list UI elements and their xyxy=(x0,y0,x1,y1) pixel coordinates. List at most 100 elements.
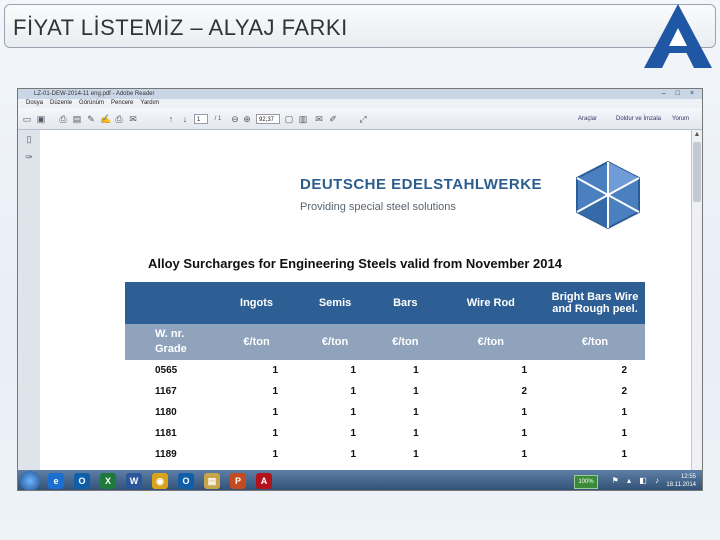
grade-label-line1: W. nr. xyxy=(155,328,185,340)
value-cell: 1 xyxy=(272,449,279,460)
explorer-taskbar-icon[interactable]: ▤ xyxy=(204,473,220,489)
unit-label: €/ton xyxy=(545,324,645,360)
pdf-page: DEUTSCHE EDELSTAHLWERKE Providing specia… xyxy=(40,130,693,481)
outlook-taskbar-icon[interactable]: O xyxy=(178,473,194,489)
value-cell: 1 xyxy=(350,386,357,397)
menu-bar: Dosya Düzenle Görünüm Pencere Yardım xyxy=(18,99,702,108)
start-button[interactable] xyxy=(20,471,40,490)
page-number-input[interactable]: 1 xyxy=(194,114,208,124)
window-controls[interactable]: – □ × xyxy=(662,89,698,99)
value-cell: 1 xyxy=(272,386,279,397)
table-row: 1181 1 1 1 1 1 xyxy=(125,423,645,444)
fit-width-icon[interactable]: ▥ xyxy=(298,114,308,124)
highlight-icon[interactable]: ✐ xyxy=(328,114,338,124)
grade-label-line2: Grade xyxy=(155,343,187,355)
next-page-icon[interactable]: ↓ xyxy=(180,114,190,124)
attachments-icon[interactable]: ✑ xyxy=(24,152,34,162)
grade-label: W. nr. Grade xyxy=(125,324,217,360)
scroll-thumb[interactable] xyxy=(693,142,701,202)
unit-label: €/ton xyxy=(374,324,437,360)
unit-label: €/ton xyxy=(436,324,545,360)
menu-item[interactable]: Görünüm xyxy=(79,100,104,106)
save-icon[interactable]: ▤ xyxy=(72,114,82,124)
value-cell: 1 xyxy=(521,428,527,439)
column-header: Bright Bars Wire and Rough peel. xyxy=(545,282,645,324)
vertical-scrollbar[interactable]: ▲ xyxy=(691,130,702,470)
unit-label: €/ton xyxy=(217,324,297,360)
table-row: 1167 1 1 1 2 2 xyxy=(125,381,645,402)
powerpoint-taskbar-icon[interactable]: P xyxy=(230,473,246,489)
zoom-in-icon[interactable]: ⊕ xyxy=(242,114,252,124)
tools-button[interactable]: Araçlar xyxy=(578,114,597,124)
document-heading: Alloy Surcharges for Engineering Steels … xyxy=(148,256,562,271)
open-icon[interactable]: ▭ xyxy=(22,114,32,124)
value-cell: 1 xyxy=(350,365,357,376)
scroll-up-icon[interactable]: ▲ xyxy=(692,130,702,140)
value-cell: 1 xyxy=(621,407,627,418)
value-cell: 1 xyxy=(413,428,419,439)
value-cell: 1 xyxy=(350,449,357,460)
ie-taskbar-icon[interactable]: e xyxy=(48,473,64,489)
chrome-taskbar-icon[interactable]: ◉ xyxy=(152,473,168,489)
value-cell: 1 xyxy=(350,428,357,439)
mail-icon[interactable]: ✉ xyxy=(128,114,138,124)
windows-taskbar: e O X W ◉ O ▤ P A 100% ⚑ ▴ ◧ ♪ 12:55 18.11.2014 xyxy=(18,470,702,490)
grade-cell: 1180 xyxy=(155,407,177,418)
value-cell: 1 xyxy=(272,428,279,439)
excel-taskbar-icon[interactable]: X xyxy=(100,473,116,489)
print-icon[interactable]: ⎙ xyxy=(114,114,124,124)
header-grade-cell xyxy=(125,282,217,324)
comment-button[interactable]: Yorum xyxy=(672,114,689,124)
value-cell: 1 xyxy=(521,407,527,418)
grade-cell: 0565 xyxy=(155,365,178,376)
edit-icon[interactable]: ✎ xyxy=(86,114,96,124)
window-title: LZ-01-DEW-2014-11 eng.pdf - Adobe Reader xyxy=(18,89,702,99)
zoom-out-icon[interactable]: ⊖ xyxy=(230,114,240,124)
menu-item[interactable]: Düzenle xyxy=(50,100,72,106)
prev-page-icon[interactable]: ↑ xyxy=(166,114,176,124)
clock[interactable]: 12:55 18.11.2014 xyxy=(666,473,696,489)
column-header: Semis xyxy=(296,282,375,324)
reader-toolbar: ▭ ▣ ⎙ ▤ ✎ ✍ ⎙ ✉ ↑ ↓ 1 / 1 ⊖ ⊕ 92,37 ▢ ▥ … xyxy=(18,108,702,130)
fill-sign-button[interactable]: Doldur ve İmzala xyxy=(616,114,661,124)
value-cell: 2 xyxy=(621,365,627,376)
fit-page-icon[interactable]: ▢ xyxy=(284,114,294,124)
column-header: Ingots xyxy=(217,282,297,324)
create-icon[interactable]: ▣ xyxy=(36,114,46,124)
value-cell: 1 xyxy=(521,449,527,460)
menu-item[interactable]: Dosya xyxy=(26,100,43,106)
slide-title: FİYAT LİSTEMİZ – ALYAJ FARKI xyxy=(13,15,348,40)
comment-icon[interactable]: ✉ xyxy=(314,114,324,124)
value-cell: 1 xyxy=(413,365,419,376)
grade-cell: 1181 xyxy=(155,428,177,439)
pdf-reader-window: LZ-01-DEW-2014-11 eng.pdf - Adobe Reader… xyxy=(17,88,703,491)
menu-item[interactable]: Yardım xyxy=(140,100,159,106)
zoom-input[interactable]: 92,37 xyxy=(256,114,280,124)
value-cell: 1 xyxy=(413,386,419,397)
word-taskbar-icon[interactable]: W xyxy=(126,473,142,489)
adobe-reader-taskbar-icon[interactable]: A xyxy=(256,473,272,489)
menu-item[interactable]: Pencere xyxy=(111,100,133,106)
grade-cell: 1189 xyxy=(155,449,177,460)
value-cell: 1 xyxy=(413,449,419,460)
value-cell: 1 xyxy=(621,428,627,439)
units-row: W. nr. Grade €/ton €/ton €/ton €/ton €/t… xyxy=(125,324,645,360)
value-cell: 1 xyxy=(272,407,279,418)
fullscreen-icon[interactable]: ⤢ xyxy=(358,114,368,124)
unit-label: €/ton xyxy=(296,324,375,360)
table-row: 0565 1 1 1 1 2 xyxy=(125,360,645,381)
pages-panel-icon[interactable]: ▯ xyxy=(24,134,34,144)
grade-cell: 1167 xyxy=(155,386,177,397)
value-cell: 2 xyxy=(621,386,627,397)
tray-badge[interactable]: 100% xyxy=(574,475,598,489)
sign-icon[interactable]: ✍ xyxy=(100,114,111,124)
page-total: / 1 xyxy=(214,116,222,122)
table-row: 1180 1 1 1 1 1 xyxy=(125,402,645,423)
slide-title-bar: FİYAT LİSTEMİZ – ALYAJ FARKI xyxy=(4,4,716,48)
print-setup-icon[interactable]: ⎙ xyxy=(58,114,68,124)
outlook-taskbar-icon[interactable]: O xyxy=(74,473,90,489)
company-logo-icon xyxy=(644,4,712,68)
table-row: 1189 1 1 1 1 1 xyxy=(125,444,645,465)
value-cell: 1 xyxy=(521,365,527,376)
tray-icons[interactable]: ⚑ ▴ ◧ ♪ xyxy=(612,476,662,485)
